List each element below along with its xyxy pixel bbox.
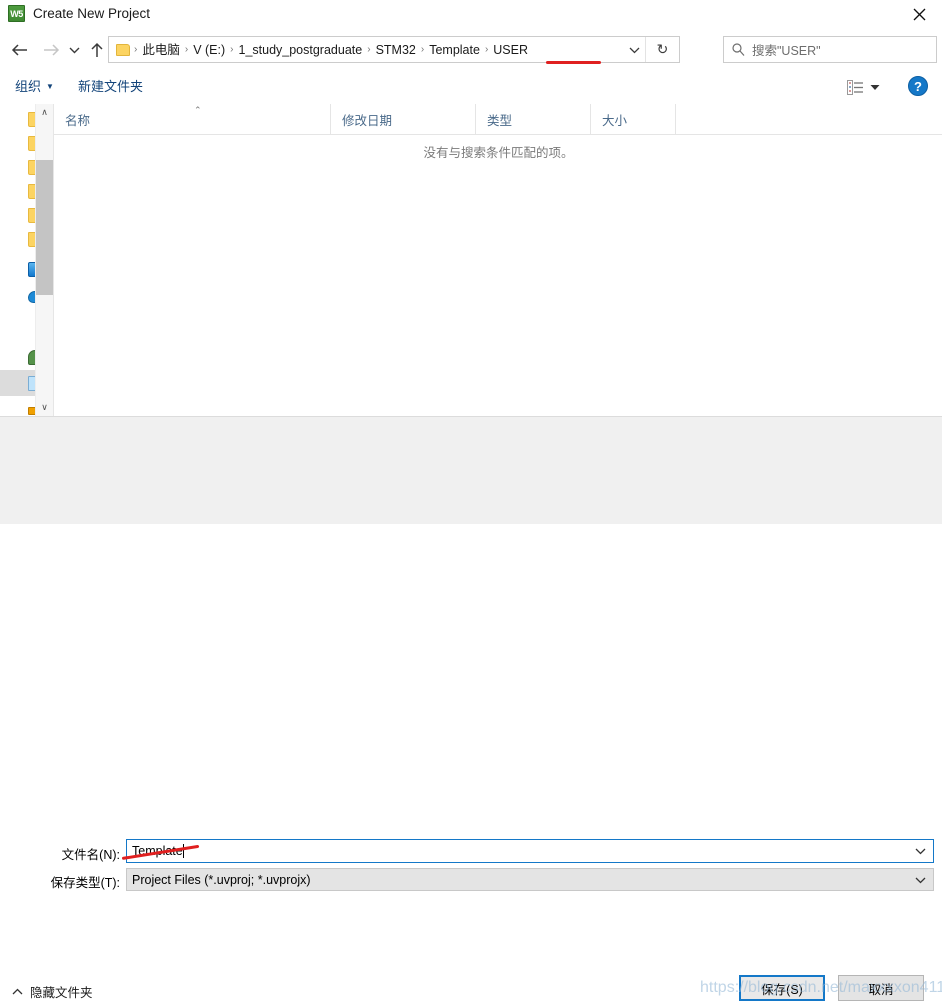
search-icon [732,43,745,56]
cancel-button[interactable]: 取消 [838,975,924,1001]
filetype-label: 保存类型(T): [50,876,120,890]
search-input[interactable]: 搜索"USER" [723,36,937,63]
column-header-row: 名称 修改日期 类型 大小 ⌃ [54,104,942,135]
breadcrumb-item-0[interactable]: 此电脑 [139,41,183,59]
form-panel: 文件名(N): 保存类型(T): Template Project Files … [0,416,942,891]
toolbar: 组织 ▼ 新建文件夹 ? [0,70,942,105]
scroll-up-icon[interactable]: ∧ [36,104,53,121]
chevron-down-icon [870,84,880,90]
window-title: Create New Project [33,6,151,21]
filename-label: 文件名(N): [61,848,120,862]
organize-button[interactable]: 组织 ▼ [15,77,54,97]
chevron-down-icon [915,848,926,855]
breadcrumb[interactable]: › 此电脑 › V (E:) › 1_study_postgraduate › … [108,36,680,63]
scrollbar-thumb[interactable] [36,160,53,295]
chevron-down-icon [915,877,926,883]
recent-locations-button[interactable] [64,37,84,63]
filetype-value: Project Files (*.uvproj; *.uvprojx) [132,872,311,887]
view-layout-icon [847,79,863,95]
save-button[interactable]: 保存(S) [739,975,825,1001]
breadcrumb-separator: › [230,44,234,55]
scroll-down-icon[interactable]: ∨ [36,399,53,416]
keil-uvision-icon: W5 [8,5,25,22]
refresh-button[interactable]: ↻ [645,37,679,62]
breadcrumb-separator: › [420,44,425,55]
breadcrumb-dropdown-button[interactable] [623,37,645,62]
breadcrumb-item-3[interactable]: STM32 [373,41,419,59]
search-placeholder: 搜索"USER" [752,44,821,58]
chevron-down-icon [629,47,639,53]
forward-arrow-icon [43,44,59,56]
breadcrumb-item-5[interactable]: USER [490,41,531,59]
filename-dropdown-button[interactable] [915,847,926,855]
breadcrumb-separator: › [184,44,189,55]
sidebar-scrollbar[interactable]: ∧ ∨ [35,104,53,416]
forward-button[interactable] [38,37,64,63]
filename-input[interactable]: Template [126,839,934,863]
folder-icon [116,43,130,56]
chevron-down-icon: ▼ [46,82,54,91]
view-options-button[interactable] [847,77,880,97]
back-button[interactable] [6,37,32,63]
hide-folders-button[interactable]: 隐藏文件夹 [12,982,93,1001]
search-glyph [732,43,745,56]
breadcrumb-separator: › [484,44,489,55]
breadcrumb-separator: › [134,44,138,55]
filetype-dropdown-button[interactable] [915,876,926,884]
breadcrumb-separator: › [367,44,371,55]
column-header-type[interactable]: 类型 [476,104,591,134]
back-arrow-icon [11,44,27,56]
filetype-select[interactable]: Project Files (*.uvproj; *.uvprojx) [126,868,934,891]
column-header-name[interactable]: 名称 [54,104,331,134]
empty-list-message: 没有与搜索条件匹配的项。 [423,146,574,160]
title-bar: W5 Create New Project [0,0,942,29]
column-header-modified[interactable]: 修改日期 [331,104,476,134]
footer-bar: 隐藏文件夹 保存(S) 取消 https://blog.csdn.net/max… [0,483,942,1001]
new-folder-button[interactable]: 新建文件夹 [78,77,143,97]
file-list-pane[interactable]: 名称 修改日期 类型 大小 ⌃ 没有与搜索条件匹配的项。 [53,104,942,416]
breadcrumb-item-4[interactable]: Template [426,41,483,59]
up-arrow-icon [91,42,103,57]
navigation-bar: › 此电脑 › V (E:) › 1_study_postgraduate › … [0,29,942,70]
sort-indicator-icon: ⌃ [194,105,202,115]
hide-folders-label: 隐藏文件夹 [30,986,93,1000]
breadcrumb-item-2[interactable]: 1_study_postgraduate [236,41,366,59]
chevron-up-icon [12,988,23,996]
column-header-size[interactable]: 大小 [591,104,676,134]
up-button[interactable] [84,37,110,63]
chevron-up-glyph [12,988,23,994]
close-glyph [913,8,926,21]
close-icon[interactable] [897,0,942,29]
breadcrumb-item-1[interactable]: V (E:) [190,41,228,59]
help-button[interactable]: ? [908,76,928,96]
annotation-underline-user [546,61,601,64]
chevron-down-icon [69,47,79,54]
organize-label: 组织 [15,79,42,94]
